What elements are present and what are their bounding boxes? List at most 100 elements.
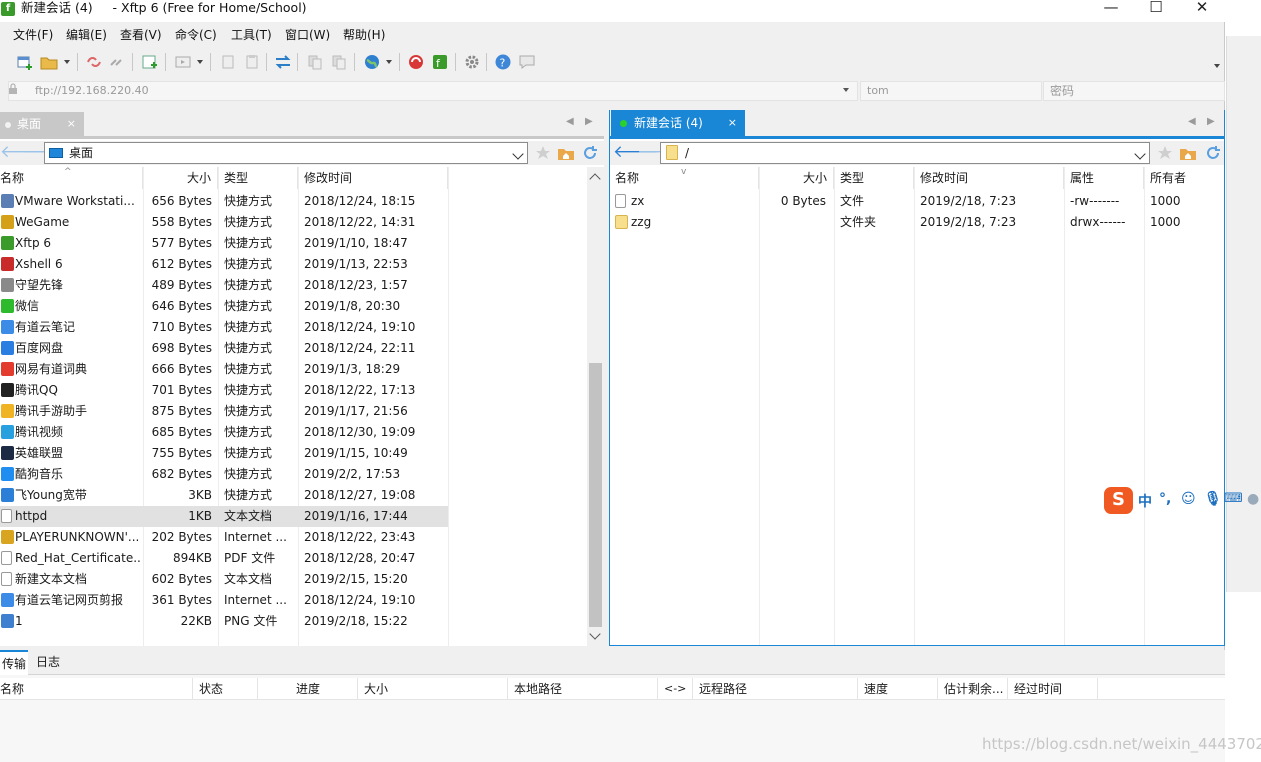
scroll-down-icon[interactable] <box>589 628 601 640</box>
sogou-logo[interactable]: S <box>1104 487 1133 514</box>
xftp-launch-icon[interactable]: f <box>431 53 449 71</box>
transfer-col-eta[interactable]: 估计剩余... <box>938 678 1008 700</box>
home-folder-icon[interactable] <box>1179 144 1197 162</box>
table-row[interactable]: 有道云笔记 710 Bytes 快捷方式 2018/12/24, 19:10 <box>0 317 448 338</box>
menu-tools[interactable]: 工具(T) <box>231 26 272 43</box>
bookmark-star-icon[interactable] <box>1156 144 1174 162</box>
open-dropdown-icon[interactable] <box>64 60 70 64</box>
tab-log[interactable]: 日志 <box>36 650 60 675</box>
menu-file[interactable]: 文件(F) <box>13 26 53 43</box>
table-row[interactable]: 1 22KB PNG 文件 2019/2/18, 15:22 <box>0 611 448 632</box>
transfer-col-remote-path[interactable]: 远程路径 <box>693 678 858 700</box>
ime-toolbar[interactable]: S 中 °, ☺ 🎙 ⌨ ● <box>1104 487 1261 515</box>
table-row[interactable]: PLAYERUNKNOWN'... 202 Bytes Internet ... 20… <box>0 527 448 548</box>
host-input[interactable]: ftp://192.168.220.40 <box>8 81 858 101</box>
transfer-col-progress[interactable]: 进度 <box>258 678 358 700</box>
table-row[interactable]: httpd 1KB 文本文档 2019/1/16, 17:44 <box>0 506 448 527</box>
compare-icon[interactable] <box>330 53 348 71</box>
menu-edit[interactable]: 编辑(E) <box>66 26 107 43</box>
view-mode-icon[interactable] <box>174 53 192 71</box>
chat-icon[interactable] <box>518 53 536 71</box>
table-row[interactable]: zzg 文件夹 2019/2/18, 7:23 drwx------ 1000 <box>609 212 1223 233</box>
keyboard-icon[interactable]: ⌨ <box>1224 491 1243 506</box>
microphone-icon[interactable]: 🎙 <box>1204 491 1222 507</box>
refresh-icon[interactable] <box>581 144 599 162</box>
new-session-icon[interactable] <box>16 53 34 71</box>
globe-icon[interactable] <box>363 53 381 71</box>
tab-scroll-left-icon[interactable]: ◀ <box>566 116 574 127</box>
paste-icon[interactable] <box>243 53 261 71</box>
transfer-col-name[interactable]: 名称 <box>0 678 193 700</box>
table-row[interactable]: 守望先锋 489 Bytes 快捷方式 2018/12/23, 1:57 <box>0 275 448 296</box>
local-path-field[interactable]: 桌面 <box>44 142 528 164</box>
home-folder-icon[interactable] <box>557 144 575 162</box>
tab-remote-session[interactable]: 新建会话 (4) × <box>611 110 745 136</box>
column-owner[interactable]: 所有者 <box>1144 167 1225 189</box>
column-modified[interactable]: 修改时间 <box>914 167 1064 189</box>
menu-command[interactable]: 命令(C) <box>175 26 217 43</box>
password-input[interactable]: 密码 <box>1043 81 1225 101</box>
table-row[interactable]: 有道云笔记网页剪报 361 Bytes Internet ... 2018/12/24… <box>0 590 448 611</box>
menu-view[interactable]: 查看(V) <box>120 26 162 43</box>
column-size[interactable]: 大小 <box>143 167 218 189</box>
table-row[interactable]: 网易有道词典 666 Bytes 快捷方式 2019/1/3, 18:29 <box>0 359 448 380</box>
table-row[interactable]: VMware Workstati... 656 Bytes 快捷方式 2018/12/… <box>0 191 448 212</box>
column-type[interactable]: 类型 <box>834 167 914 189</box>
table-row[interactable]: Xftp 6 577 Bytes 快捷方式 2019/1/10, 18:47 <box>0 233 448 254</box>
table-row[interactable]: WeGame 558 Bytes 快捷方式 2018/12/22, 14:31 <box>0 212 448 233</box>
scroll-up-icon[interactable] <box>589 173 601 185</box>
help-icon[interactable]: ? <box>494 53 512 71</box>
transfer-col-local-path[interactable]: 本地路径 <box>508 678 658 700</box>
tab-close-icon[interactable]: × <box>728 110 737 136</box>
gear-icon[interactable] <box>463 53 481 71</box>
host-dropdown-icon[interactable] <box>843 88 849 92</box>
table-row[interactable]: 百度网盘 698 Bytes 快捷方式 2018/12/24, 22:11 <box>0 338 448 359</box>
refresh-icon[interactable] <box>1204 144 1222 162</box>
user-icon[interactable]: ● <box>1247 491 1259 507</box>
table-row[interactable]: 英雄联盟 755 Bytes 快捷方式 2019/1/15, 10:49 <box>0 443 448 464</box>
ime-punct-label[interactable]: °, <box>1159 491 1171 507</box>
sync-icon[interactable] <box>306 53 324 71</box>
disconnect-icon[interactable] <box>85 53 103 71</box>
transfer-col-elapsed[interactable]: 经过时间 <box>1008 678 1098 700</box>
tab-scroll-left-icon[interactable]: ◀ <box>1188 116 1196 127</box>
table-row[interactable]: 新建文本文档 602 Bytes 文本文档 2019/2/15, 15:20 <box>0 569 448 590</box>
tab-scroll-right-icon[interactable]: ▶ <box>585 116 593 127</box>
maximize-button[interactable]: ☐ <box>1133 0 1179 15</box>
tab-desktop[interactable]: 桌面 × <box>0 112 84 136</box>
table-row[interactable]: 腾讯手游助手 875 Bytes 快捷方式 2019/1/17, 21:56 <box>0 401 448 422</box>
column-modified[interactable]: 修改时间 <box>298 167 448 189</box>
column-type[interactable]: 类型 <box>218 167 298 189</box>
ime-mode-label[interactable]: 中 <box>1138 491 1152 511</box>
table-row[interactable]: 酷狗音乐 682 Bytes 快捷方式 2019/2/2, 17:53 <box>0 464 448 485</box>
refresh-session-icon[interactable] <box>141 53 159 71</box>
xshell-launch-icon[interactable] <box>407 53 425 71</box>
username-input[interactable]: tom <box>860 81 1042 101</box>
column-size[interactable]: 大小 <box>759 167 834 189</box>
copy-icon[interactable] <box>219 53 237 71</box>
table-row[interactable]: Xshell 6 612 Bytes 快捷方式 2019/1/13, 22:53 <box>0 254 448 275</box>
open-folder-icon[interactable] <box>40 53 58 71</box>
remote-path-field[interactable]: / <box>660 142 1150 164</box>
table-row[interactable]: 飞Young宽带 3KB 快捷方式 2018/12/27, 19:08 <box>0 485 448 506</box>
tab-transfer[interactable]: 传输 <box>0 650 29 675</box>
path-dropdown-icon[interactable] <box>1134 148 1146 160</box>
toolbar-overflow-icon[interactable] <box>1214 64 1220 68</box>
transfer-col-speed[interactable]: 速度 <box>858 678 938 700</box>
transfer-col-status[interactable]: 状态 <box>193 678 258 700</box>
transfer-col-size[interactable]: 大小 <box>358 678 508 700</box>
table-row[interactable]: Red_Hat_Certificate... 894KB PDF 文件 2018/12… <box>0 548 448 569</box>
table-row[interactable]: 腾讯视频 685 Bytes 快捷方式 2018/12/30, 19:09 <box>0 422 448 443</box>
transfer-col-direction[interactable]: <-> <box>658 678 693 700</box>
minimize-button[interactable]: — <box>1088 0 1134 15</box>
emoji-icon[interactable]: ☺ <box>1181 491 1196 507</box>
table-row[interactable]: zx 0 Bytes 文件 2019/2/18, 7:23 -rw------- 1000 <box>609 191 1223 212</box>
tab-scroll-right-icon[interactable]: ▶ <box>1207 116 1215 127</box>
menu-window[interactable]: 窗口(W) <box>285 26 330 43</box>
transfer-icon[interactable] <box>274 53 292 71</box>
scroll-thumb[interactable] <box>589 363 602 627</box>
local-scrollbar[interactable] <box>587 167 604 646</box>
close-window-button[interactable]: ✕ <box>1179 0 1225 15</box>
tab-close-icon[interactable]: × <box>67 112 76 136</box>
column-attributes[interactable]: 属性 <box>1064 167 1144 189</box>
